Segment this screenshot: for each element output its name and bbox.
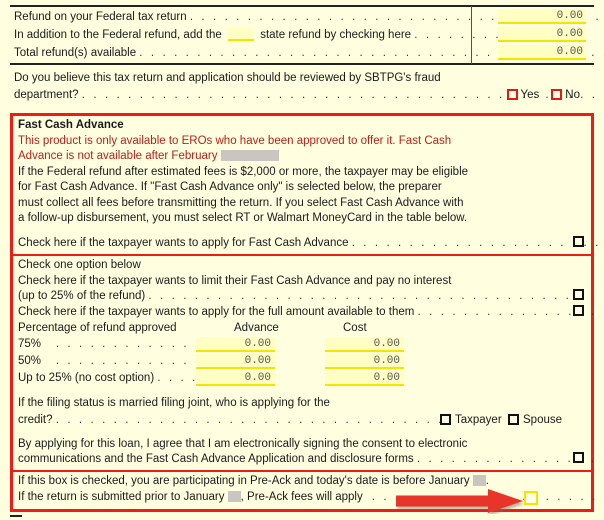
table-row: 50% . . . . . . . . . . . . . . . . . 0.… <box>18 353 587 370</box>
refund-total-label: Total refund(s) available <box>14 47 137 59</box>
limit-option-row: (up to 25% of the refund) . . . . . . . … <box>18 289 587 305</box>
preack-checkbox[interactable] <box>524 491 538 505</box>
advance-value-50[interactable]: 0.00 <box>196 354 275 369</box>
refund-total-value[interactable]: 0.00 <box>498 45 586 60</box>
full-option-row: Check here if the taxpayer wants to appl… <box>18 304 595 321</box>
refund-state-label-post: state refund by checking here <box>260 29 412 41</box>
consent-checkbox[interactable] <box>573 452 584 463</box>
fca-body-line2: for Fast Cash Advance. If "Fast Cash Adv… <box>18 181 442 193</box>
fraud-question-line2: department? <box>14 89 79 101</box>
preack-line1-text: If this box is checked, you are particip… <box>18 475 470 487</box>
fca-availability-line2-row: Advance is not available after February <box>18 149 587 165</box>
tax-form-page: Refund on your Federal tax return . . . … <box>0 0 604 520</box>
fraud-no-label: No <box>565 89 580 101</box>
state-refund-input[interactable] <box>228 28 254 42</box>
options-section: Check one option below Check here if the… <box>10 254 595 472</box>
fca-apply-label: Check here if the taxpayer wants to appl… <box>18 236 349 249</box>
fca-availability-line1: This product is only available to EROs w… <box>18 134 452 147</box>
leader-dots: . . . . . . . . . . . . . . . . . . . . … <box>351 236 604 249</box>
refund-federal-value[interactable]: 0.00 <box>498 9 586 24</box>
preack-line1-period: . <box>485 475 489 487</box>
cost-value-25[interactable]: 0.00 <box>325 371 404 386</box>
preack-content: If this box is checked, you are particip… <box>18 474 595 506</box>
full-option-label: Check here if the taxpayer wants to appl… <box>18 305 415 318</box>
redacted-date-february <box>220 150 279 162</box>
fast-cash-advance-section: Fast Cash Advance This product is only a… <box>10 113 604 256</box>
consent-line1: By applying for this loan, I agree that … <box>18 437 468 450</box>
preack-line2-text: If the return is submitted prior to Janu… <box>18 490 225 503</box>
refund-state-value[interactable]: 0.00 <box>498 27 586 42</box>
fast-cash-advance-content: Fast Cash Advance This product is only a… <box>18 118 604 252</box>
fraud-review-question: Do you believe this tax return and appli… <box>14 70 604 104</box>
mfj-question-row: credit? . . . . . . . . . . . . . . . . … <box>18 412 587 428</box>
preack-line1: If this box is checked, you are particip… <box>18 474 587 490</box>
redacted-date-january-1 <box>472 475 486 487</box>
preack-line2-text-post: , Pre-Ack fees will apply <box>240 490 363 503</box>
table-row: 75% . . . . . . . . . . . . . . . . . 0.… <box>18 336 587 353</box>
limit-option-line1: Check here if the taxpayer wants to limi… <box>18 274 452 287</box>
preack-line2: If the return is submitted prior to Janu… <box>18 490 595 506</box>
leader-dots: . . . . . . . . . . . . . . . . <box>417 305 598 318</box>
fraud-yes-checkbox[interactable] <box>506 89 518 101</box>
advance-value-25[interactable]: 0.00 <box>196 371 275 386</box>
taxpayer-label: Taxpayer <box>455 413 502 426</box>
refund-federal-label: Refund on your Federal tax return <box>14 11 187 23</box>
leader-dots: . . . . . . . . . . . . . . . . . . . . … <box>55 413 445 426</box>
preack-section: If this box is checked, you are particip… <box>10 470 595 512</box>
redacted-date-january-2 <box>227 490 241 502</box>
fraud-no-checkbox[interactable] <box>551 89 563 101</box>
leader-dots: . . . . . . . . . . . . . . . . . . . . … <box>148 290 572 302</box>
options-heading: Check one option below <box>18 259 141 271</box>
spouse-label: Spouse <box>523 413 563 426</box>
percentage-table-header: Percentage of refund approved Advance Co… <box>18 320 587 336</box>
fca-body-line1: If the Federal refund after estimated fe… <box>18 165 469 178</box>
consent-row: communications and the Fast Cash Advance… <box>18 452 594 468</box>
refund-summary-section: Refund on your Federal tax return . . . … <box>14 8 604 62</box>
table-row: Up to 25% (no cost option) . . . . . . .… <box>18 370 587 387</box>
mfj-question-line1: If the filing status is married filing j… <box>18 397 330 409</box>
fraud-question-line1: Do you believe this tax return and appli… <box>14 72 441 84</box>
consent-line2: communications and the Fast Cash Advance… <box>18 453 414 465</box>
percentage-label-75: 75% <box>18 338 42 350</box>
fraud-yes-label: Yes <box>520 89 540 101</box>
cost-value-50[interactable]: 0.00 <box>325 354 404 369</box>
leader-dots: . . . . . . . . . . . . . . . . <box>416 453 597 465</box>
top-divider-rule <box>10 5 594 7</box>
taxpayer-checkbox[interactable] <box>440 413 451 425</box>
middle-divider-rule <box>10 63 594 65</box>
fast-cash-advance-title: Fast Cash Advance <box>18 119 124 131</box>
fca-apply-checkbox[interactable] <box>573 235 584 247</box>
cost-value-75[interactable]: 0.00 <box>325 337 404 352</box>
column-header-advance: Advance <box>234 322 279 334</box>
fca-availability-line2: Advance is not available after February <box>18 150 218 162</box>
fraud-yes-no-group: Yes No <box>506 87 592 104</box>
mfj-question-line2: credit? <box>18 413 53 426</box>
refund-state-label-pre: In addition to the Federal refund, add t… <box>14 29 222 41</box>
column-header-cost: Cost <box>343 322 367 334</box>
limit-option-line2: (up to 25% of the refund) <box>18 290 146 302</box>
fca-body-line3: must collect all fees before transmittin… <box>18 196 464 209</box>
fca-body-line4: a follow-up disbursement, you must selec… <box>18 212 468 224</box>
percentage-row-header: Percentage of refund approved <box>18 322 177 334</box>
spouse-checkbox[interactable] <box>508 413 519 425</box>
limit-option-checkbox[interactable] <box>573 289 584 300</box>
bottom-edge-tick <box>10 515 22 517</box>
leader-dots: . . . . . . . . <box>414 29 502 41</box>
full-option-checkbox[interactable] <box>573 304 584 316</box>
refund-row-federal: Refund on your Federal tax return . . . … <box>14 8 604 26</box>
taxpayer-option: Taxpayer <box>440 412 502 428</box>
spouse-option: Spouse <box>508 412 562 428</box>
refund-row-state: In addition to the Federal refund, add t… <box>14 26 594 44</box>
percentage-label-50: 50% <box>18 355 42 367</box>
options-content: Check one option below Check here if the… <box>18 258 595 468</box>
refund-row-total: Total refund(s) available . . . . . . . … <box>14 44 604 62</box>
fraud-question-line2-row: department? . . . . . . . . . . . . . . … <box>14 87 604 104</box>
percentage-label-25: Up to 25% (no cost option) <box>18 372 155 384</box>
leader-dots: . . . . . . . . . . . . . . . . . . . . <box>365 490 598 503</box>
fca-apply-row: Check here if the taxpayer wants to appl… <box>18 235 604 252</box>
advance-value-75[interactable]: 0.00 <box>196 337 275 352</box>
